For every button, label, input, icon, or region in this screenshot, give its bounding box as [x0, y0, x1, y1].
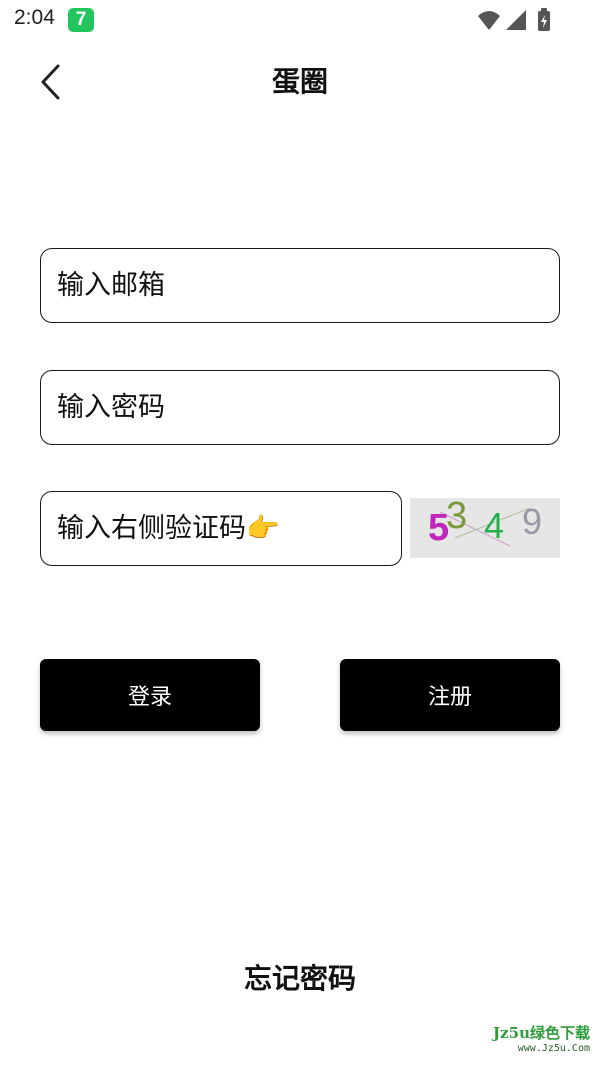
email-input[interactable]: [41, 249, 559, 322]
captcha-input[interactable]: [41, 492, 401, 565]
battery-charging-icon: [538, 8, 550, 31]
captcha-char-2: 3: [446, 498, 467, 537]
status-time: 2:04: [14, 6, 55, 29]
wifi-icon: [478, 11, 500, 30]
password-field-container: [40, 370, 560, 445]
forgot-password-link[interactable]: 忘记密码: [150, 958, 450, 1000]
login-screen: 2:04 7 蛋圈 5 3 4 9 登录: [0, 0, 600, 1066]
login-button[interactable]: 登录: [40, 659, 260, 731]
cellular-signal-icon: [506, 10, 526, 30]
captcha-field-container: [40, 491, 402, 566]
page-title: 蛋圈: [271, 65, 328, 98]
password-input[interactable]: [41, 371, 559, 444]
status-bar: 2:04 7: [0, 0, 600, 40]
captcha-char-3: 4: [484, 505, 504, 546]
captcha-char-4: 9: [522, 501, 542, 542]
email-field-container: [40, 248, 560, 323]
register-button[interactable]: 注册: [340, 659, 560, 731]
watermark-line2: www.Jz5u.Com: [517, 1043, 590, 1054]
captcha-image[interactable]: 5 3 4 9: [410, 498, 560, 558]
status-icons: [478, 8, 550, 31]
watermark-logo: Jz5u绿色下载 www.Jz5u.Com: [490, 1022, 590, 1062]
chevron-left-icon[interactable]: [34, 60, 70, 104]
app-notification-badge-icon: 7: [68, 8, 94, 32]
watermark-line1: Jz5u绿色下载: [493, 1024, 590, 1042]
